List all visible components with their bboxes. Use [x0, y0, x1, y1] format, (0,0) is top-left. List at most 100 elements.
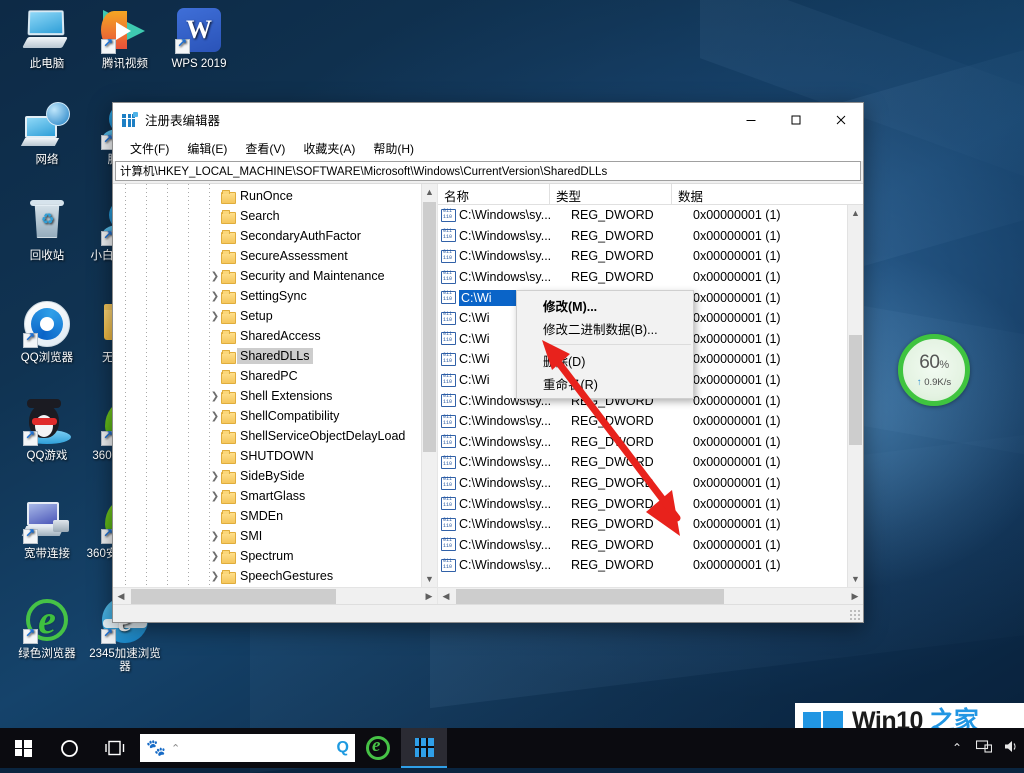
registry-editor-window[interactable]: 注册表编辑器 文件(F)编辑(E)查看(V)收藏夹(A)帮助(H) 计算机\HK…	[112, 102, 864, 623]
scroll-up-icon[interactable]: ▲	[422, 184, 437, 200]
chevron-right-icon[interactable]: ❯	[209, 271, 221, 282]
chevron-right-icon[interactable]: ❯	[209, 411, 221, 422]
context-menu-item-0[interactable]: 修改(M)...	[517, 294, 693, 317]
scroll-thumb[interactable]	[423, 202, 436, 452]
tree-node-7[interactable]: SharedAccess	[113, 326, 437, 346]
address-bar[interactable]: 计算机\HKEY_LOCAL_MACHINE\SOFTWARE\Microsof…	[115, 161, 861, 181]
chevron-up-icon[interactable]: ⌃	[171, 742, 180, 755]
value-row-3[interactable]: C:\Windows\sy...REG_DWORD0x00000001 (1)	[438, 267, 863, 288]
tree-node-0[interactable]: RunOnce	[113, 186, 437, 206]
value-row-0[interactable]: C:\Windows\sy...REG_DWORD0x00000001 (1)	[438, 205, 863, 226]
registry-tree-pane[interactable]: RunOnceSearchSecondaryAuthFactorSecureAs…	[113, 184, 438, 604]
tree-node-11[interactable]: ❯ShellCompatibility	[113, 406, 437, 426]
desktop-icon-13[interactable]: e绿色浏览器	[8, 596, 86, 661]
value-row-14[interactable]: C:\Windows\sy...REG_DWORD0x00000001 (1)	[438, 493, 863, 514]
scroll-up-icon[interactable]: ▲	[848, 205, 863, 221]
network-speed-widget[interactable]: 60% ↑ 0.9K/s	[898, 334, 970, 406]
tray-overflow-icon[interactable]: ⌃	[948, 741, 966, 755]
scroll-right-icon[interactable]: ▶	[421, 591, 437, 602]
tree-node-19[interactable]: ❯SpeechGestures	[113, 566, 437, 586]
scroll-left-icon[interactable]: ◀	[438, 591, 454, 602]
scroll-thumb[interactable]	[131, 589, 336, 604]
values-vertical-scrollbar[interactable]: ▲ ▼	[847, 205, 863, 587]
chevron-right-icon[interactable]: ❯	[209, 491, 221, 502]
chevron-right-icon[interactable]: ❯	[209, 571, 221, 582]
tree-node-2[interactable]: SecondaryAuthFactor	[113, 226, 437, 246]
cortana-button[interactable]	[46, 728, 92, 768]
tree-node-9[interactable]: SharedPC	[113, 366, 437, 386]
tree-node-13[interactable]: SHUTDOWN	[113, 446, 437, 466]
tree-scroll-area[interactable]: RunOnceSearchSecondaryAuthFactorSecureAs…	[113, 184, 437, 587]
scroll-left-icon[interactable]: ◀	[113, 591, 129, 602]
value-row-15[interactable]: C:\Windows\sy...REG_DWORD0x00000001 (1)	[438, 514, 863, 535]
tree-node-3[interactable]: SecureAssessment	[113, 246, 437, 266]
scroll-down-icon[interactable]: ▼	[848, 571, 863, 587]
tree-node-1[interactable]: Search	[113, 206, 437, 226]
menu-item-3[interactable]: 收藏夹(A)	[294, 137, 364, 160]
tree-node-5[interactable]: ❯SettingSync	[113, 286, 437, 306]
network-icon[interactable]	[975, 740, 993, 756]
context-menu-item-3[interactable]: 重命名(R)	[517, 372, 693, 395]
desktop-icon-2[interactable]: WWPS 2019	[160, 6, 238, 71]
system-tray[interactable]: ⌃	[948, 740, 1024, 756]
scroll-track[interactable]	[129, 588, 421, 605]
chevron-right-icon[interactable]: ❯	[209, 531, 221, 542]
tree-node-17[interactable]: ❯SMI	[113, 526, 437, 546]
task-view-button[interactable]	[92, 728, 138, 768]
tree-node-6[interactable]: ❯Setup	[113, 306, 437, 326]
close-button[interactable]	[818, 103, 863, 137]
value-row-10[interactable]: C:\Windows\sy...REG_DWORD0x00000001 (1)	[438, 411, 863, 432]
registry-editor-taskbar-button[interactable]	[401, 728, 447, 768]
column-header-2[interactable]: 数据	[672, 184, 863, 204]
desktop-icon-0[interactable]: 此电脑	[8, 6, 86, 71]
maximize-button[interactable]	[773, 103, 818, 137]
value-row-16[interactable]: C:\Windows\sy...REG_DWORD0x00000001 (1)	[438, 535, 863, 556]
context-menu-item-2[interactable]: 删除(D)	[517, 349, 693, 372]
value-row-13[interactable]: C:\Windows\sy...REG_DWORD0x00000001 (1)	[438, 473, 863, 494]
chevron-right-icon[interactable]: ❯	[209, 471, 221, 482]
taskbar[interactable]: 🐾 ⌃ Q e ⌃	[0, 728, 1024, 768]
value-context-menu[interactable]: 修改(M)...修改二进制数据(B)...删除(D)重命名(R)	[516, 290, 694, 399]
desktop-icon-9[interactable]: QQ游戏	[8, 398, 86, 463]
desktop-icon-1[interactable]: 腾讯视频	[86, 6, 164, 71]
tree-horizontal-scrollbar[interactable]: ◀ ▶	[113, 587, 437, 604]
chevron-right-icon[interactable]: ❯	[209, 311, 221, 322]
desktop-icon-7[interactable]: QQ浏览器	[8, 300, 86, 365]
chevron-right-icon[interactable]: ❯	[209, 391, 221, 402]
tree-node-12[interactable]: ShellServiceObjectDelayLoad	[113, 426, 437, 446]
menu-item-4[interactable]: 帮助(H)	[364, 137, 423, 160]
registry-tree[interactable]: RunOnceSearchSecondaryAuthFactorSecureAs…	[113, 184, 437, 587]
tree-node-18[interactable]: ❯Spectrum	[113, 546, 437, 566]
desktop-icon-5[interactable]: ♻回收站	[8, 198, 86, 263]
menu-item-1[interactable]: 编辑(E)	[178, 137, 236, 160]
scroll-thumb[interactable]	[849, 335, 862, 445]
value-row-11[interactable]: C:\Windows\sy...REG_DWORD0x00000001 (1)	[438, 432, 863, 453]
baidu-search-box[interactable]: 🐾 ⌃ Q	[140, 734, 355, 762]
tree-node-15[interactable]: ❯SmartGlass	[113, 486, 437, 506]
minimize-button[interactable]	[728, 103, 773, 137]
column-header-1[interactable]: 类型	[550, 184, 672, 204]
tree-node-14[interactable]: ❯SideBySide	[113, 466, 437, 486]
start-button[interactable]	[0, 728, 46, 768]
window-controls[interactable]	[728, 103, 863, 137]
tree-node-10[interactable]: ❯Shell Extensions	[113, 386, 437, 406]
baidu-search-icon[interactable]: Q	[337, 739, 349, 757]
window-titlebar[interactable]: 注册表编辑器	[113, 103, 863, 137]
menu-item-0[interactable]: 文件(F)	[121, 137, 178, 160]
tree-node-16[interactable]: SMDEn	[113, 506, 437, 526]
desktop-icon-11[interactable]: 宽带连接	[8, 496, 86, 561]
values-horizontal-scrollbar[interactable]: ◀ ▶	[438, 587, 863, 604]
chevron-right-icon[interactable]: ❯	[209, 291, 221, 302]
column-header-0[interactable]: 名称	[438, 184, 550, 204]
desktop-icon-3[interactable]: 网络	[8, 102, 86, 167]
menu-bar[interactable]: 文件(F)编辑(E)查看(V)收藏夹(A)帮助(H)	[113, 137, 863, 161]
scroll-track[interactable]	[454, 588, 847, 605]
volume-icon[interactable]	[1002, 740, 1020, 756]
resize-grip[interactable]	[849, 609, 861, 621]
tree-vertical-scrollbar[interactable]: ▲ ▼	[421, 184, 437, 587]
values-column-headers[interactable]: 名称类型数据	[438, 184, 863, 205]
chevron-right-icon[interactable]: ❯	[209, 551, 221, 562]
value-row-17[interactable]: C:\Windows\sy...REG_DWORD0x00000001 (1)	[438, 555, 863, 576]
value-row-1[interactable]: C:\Windows\sy...REG_DWORD0x00000001 (1)	[438, 226, 863, 247]
tree-node-4[interactable]: ❯Security and Maintenance	[113, 266, 437, 286]
